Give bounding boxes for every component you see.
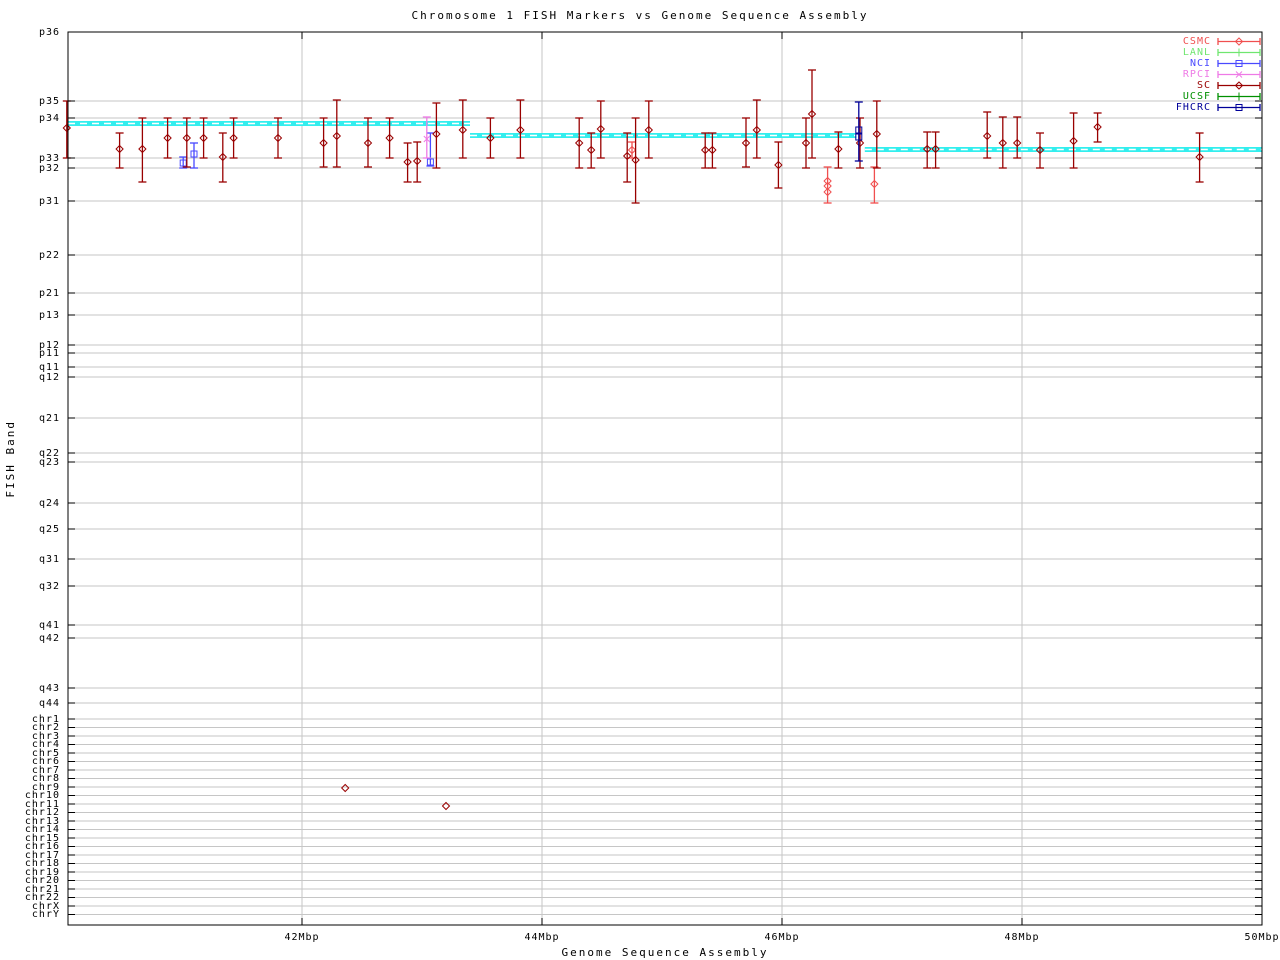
x-tick-label: 42Mbp — [284, 932, 320, 943]
legend-sample — [1217, 81, 1261, 90]
legend-sample — [1217, 37, 1261, 46]
y-tick-label: p31 — [38, 195, 60, 207]
y-tick-label: q32 — [38, 580, 60, 592]
y-tick-label: q11 — [38, 361, 60, 373]
legend-sample — [1217, 71, 1261, 78]
y-tick-label: p35 — [38, 95, 60, 107]
plot-border — [67, 31, 1263, 926]
y-tick-label: p13 — [38, 309, 60, 321]
legend-sample — [1217, 104, 1261, 111]
legend-row-nci: NCI — [1176, 58, 1262, 69]
series-sc — [62, 69, 1204, 811]
y-tick-label: p34 — [38, 112, 60, 124]
legend-row-lanl: LANL — [1176, 47, 1262, 58]
y-tick-label: q25 — [38, 523, 60, 535]
legend-label: LANL — [1182, 47, 1211, 58]
y-tick-label: p33 — [38, 152, 60, 164]
y-tick-label: q21 — [38, 412, 60, 424]
series-csmc — [627, 141, 879, 204]
legend: CSMC LANL NCI RPCI SC UCSF FHCRC — [1176, 36, 1262, 113]
legend-row-fhcrc: FHCRC — [1176, 102, 1262, 113]
y-tick-label: q43 — [38, 682, 60, 694]
chart-canvas: Chromosome 1 FISH Markers vs Genome Sequ… — [0, 0, 1280, 960]
y-tick-label: q31 — [38, 553, 60, 565]
legend-sample — [1217, 48, 1261, 57]
legend-label: NCI — [1189, 58, 1211, 69]
legend-row-sc: SC — [1176, 80, 1262, 91]
legend-row-csmc: CSMC — [1176, 36, 1262, 47]
legend-label: RPCI — [1182, 69, 1211, 80]
y-tick-label: p22 — [38, 249, 60, 261]
legend-label: SC — [1196, 80, 1211, 91]
y-tick-label: q24 — [38, 497, 60, 509]
gridlines — [68, 31, 1263, 925]
plot-area — [62, 31, 1263, 926]
assembly-band — [68, 121, 1262, 152]
x-tick-label: 50Mbp — [1244, 932, 1280, 943]
legend-label: FHCRC — [1175, 102, 1211, 113]
legend-row-ucsf: UCSF — [1176, 91, 1262, 102]
y-tick-label: q42 — [38, 632, 60, 644]
y-tick-label: p36 — [38, 26, 60, 38]
y-tick-label: p11 — [38, 347, 60, 359]
legend-sample — [1217, 60, 1261, 67]
y-tick-label: q23 — [38, 456, 60, 468]
x-tick-label: 46Mbp — [764, 932, 800, 943]
series-nci — [179, 132, 435, 169]
legend-sample — [1217, 92, 1261, 101]
series-fhcrc — [854, 101, 863, 162]
x-tick-label: 48Mbp — [1004, 932, 1040, 943]
y-tick-label: p21 — [38, 287, 60, 299]
y-tick-label: p32 — [38, 162, 60, 174]
x-tick-label: 44Mbp — [524, 932, 560, 943]
axis-ticks — [68, 31, 1263, 925]
y-tick-label: chrY — [31, 909, 60, 920]
legend-row-rpci: RPCI — [1176, 69, 1262, 80]
legend-label: UCSF — [1182, 91, 1211, 102]
y-tick-label: q41 — [38, 619, 60, 631]
legend-label: CSMC — [1182, 36, 1211, 47]
y-tick-label: q12 — [38, 371, 60, 383]
y-tick-label: q44 — [38, 697, 60, 709]
